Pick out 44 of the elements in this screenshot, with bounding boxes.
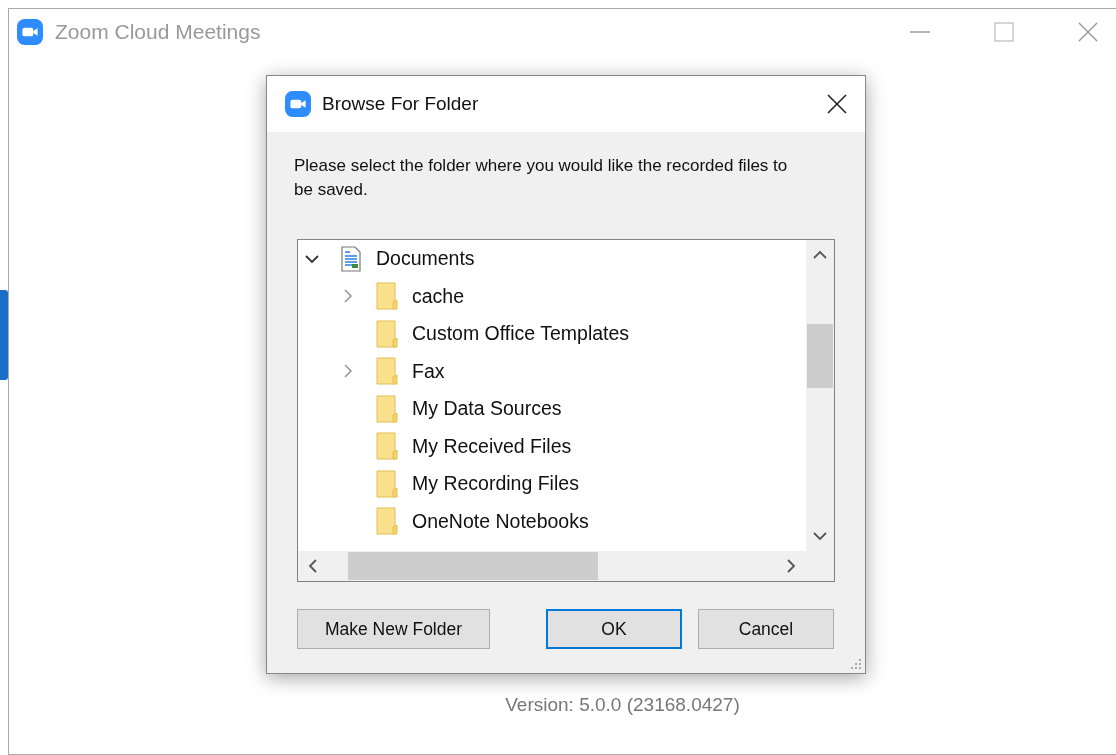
horizontal-scrollbar[interactable] — [298, 551, 806, 581]
tree-item-label: My Received Files — [412, 434, 572, 458]
version-text: Version: 5.0.0 (23168.0427) — [504, 694, 741, 716]
tree-item-label: OneNote Notebooks — [412, 509, 589, 533]
folder-icon — [376, 394, 398, 423]
scroll-thumb[interactable] — [807, 324, 833, 388]
folder-icon — [376, 357, 398, 386]
resize-grip-icon[interactable] — [850, 658, 862, 670]
folder-icon — [376, 282, 398, 311]
maximize-icon[interactable] — [994, 22, 1014, 42]
folder-icon — [376, 432, 398, 461]
document-icon — [340, 245, 362, 272]
tree-row[interactable]: Custom Office Templates — [298, 315, 806, 353]
tree-row[interactable]: My Received Files — [298, 427, 806, 465]
tree-row[interactable]: My Recording Files — [298, 465, 806, 503]
tree-item-label: My Data Sources — [412, 397, 562, 421]
tree-row[interactable]: Documents — [298, 240, 806, 278]
tree-item-label: My Recording Files — [412, 472, 579, 496]
tree-item-label: Documents — [376, 247, 475, 271]
folder-icon — [376, 507, 398, 536]
dialog-button[interactable]: Cancel — [698, 609, 834, 649]
prompt-text: Please select the folder where you would like the recorded files to be saved. — [294, 155, 789, 201]
tree-row[interactable]: cache — [298, 277, 806, 315]
scroll-thumb[interactable] — [348, 552, 598, 580]
camera-icon — [285, 91, 311, 117]
scroll-down-icon[interactable] — [813, 531, 827, 541]
tree-item-label: Custom Office Templates — [412, 322, 630, 346]
vertical-scrollbar[interactable] — [806, 240, 834, 551]
camera-icon — [17, 19, 43, 45]
dialog-button[interactable]: Make New Folder — [297, 609, 490, 649]
dialog-title: Browse For Folder — [322, 93, 479, 115]
close-icon[interactable] — [827, 94, 847, 114]
scroll-up-icon[interactable] — [813, 250, 827, 260]
tree-row[interactable]: OneNote Notebooks — [298, 502, 806, 540]
folder-icon — [376, 469, 398, 498]
folder-icon — [376, 319, 398, 348]
dialog-button[interactable]: OK — [546, 609, 682, 649]
window-title: Zoom Cloud Meetings — [55, 20, 261, 44]
tree-item-label: Fax — [412, 359, 445, 383]
tree-row[interactable]: Fax — [298, 352, 806, 390]
scroll-left-icon[interactable] — [308, 559, 318, 573]
scroll-right-icon[interactable] — [786, 559, 796, 573]
tree-row[interactable]: My Data Sources — [298, 390, 806, 428]
tree-item-label: cache — [412, 284, 465, 308]
